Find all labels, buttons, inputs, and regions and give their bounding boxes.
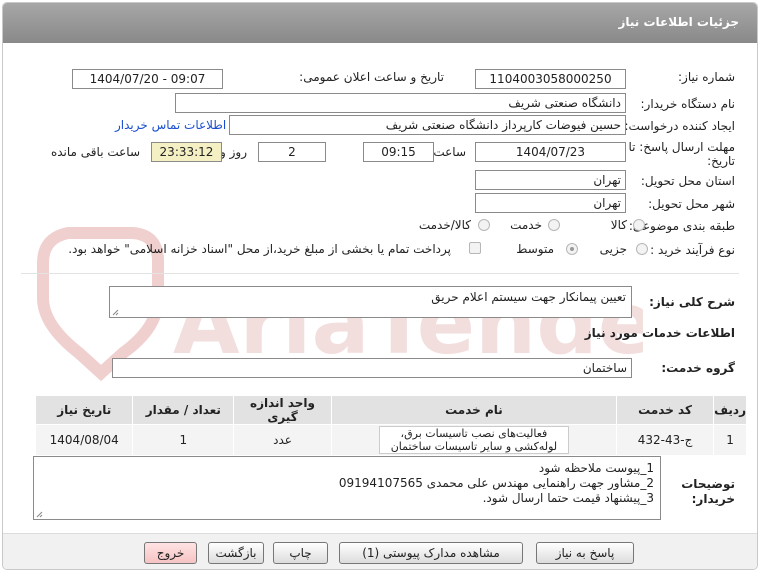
header-service-name: نام خدمت bbox=[330, 395, 617, 425]
buyer-notes-label-line1: توضیحات bbox=[681, 477, 735, 491]
process-type-label: نوع فرآیند خرید : bbox=[650, 243, 735, 257]
print-button[interactable]: چاپ bbox=[273, 542, 328, 564]
process-medium-label: متوسط bbox=[516, 242, 554, 256]
table-row[interactable]: 1 ج-43-432 فعالیت‌های نصب تاسیسات برق، ل… bbox=[34, 424, 747, 456]
days-label: روز و bbox=[220, 145, 247, 159]
process-minor-radio[interactable] bbox=[636, 243, 648, 255]
summary-label: شرح کلی نیاز: bbox=[649, 295, 735, 309]
service-name-text: فعالیت‌های نصب تاسیسات برق، لوله‌کشی و س… bbox=[378, 426, 569, 454]
service-group-field[interactable]: ساختمان bbox=[112, 358, 632, 378]
requester-field[interactable]: حسین فیوضات کارپرداز دانشگاه صنعتی شریف bbox=[229, 115, 626, 135]
table-header-row: ردیف کد خدمت نام خدمت واحد اندازه گیری ت… bbox=[34, 395, 747, 425]
deadline-time-field[interactable]: 09:15 bbox=[363, 142, 434, 162]
header-row-number: ردیف bbox=[713, 395, 747, 425]
category-goods-service-label: کالا/خدمت bbox=[418, 218, 471, 232]
buyer-org-label: نام دستگاه خریدار: bbox=[640, 97, 736, 111]
buyer-contact-link[interactable]: اطلاعات تماس خریدار bbox=[115, 118, 226, 132]
need-number-label: شماره نیاز: bbox=[678, 70, 735, 84]
note-line: 2_مشاور جهت راهنمایی مهندس علی محمدی 091… bbox=[338, 476, 654, 490]
category-service-label: خدمت bbox=[510, 218, 542, 232]
services-table: ردیف کد خدمت نام خدمت واحد اندازه گیری ت… bbox=[34, 395, 747, 456]
cell-quantity: 1 bbox=[132, 424, 235, 456]
action-bar: پاسخ به نیاز مشاهده مدارک پیوستی (1) چاپ… bbox=[3, 533, 757, 569]
buyer-notes-label-line2: خریدار: bbox=[691, 492, 735, 506]
cell-service-name: فعالیت‌های نصب تاسیسات برق، لوله‌کشی و س… bbox=[330, 424, 617, 456]
requester-label: ایجاد کننده درخواست: bbox=[624, 119, 735, 133]
cell-row-number: 1 bbox=[713, 424, 747, 456]
process-medium-radio[interactable] bbox=[566, 243, 578, 255]
treasury-payment-note: پرداخت تمام یا بخشی از مبلغ خرید،از محل … bbox=[68, 242, 451, 256]
announce-datetime-label: تاریخ و ساعت اعلان عمومی: bbox=[299, 70, 444, 84]
category-goods-radio[interactable] bbox=[633, 219, 645, 231]
summary-field[interactable]: تعیین پیمانکار جهت سیستم اعلام حریق bbox=[109, 286, 632, 318]
back-button[interactable]: بازگشت bbox=[208, 542, 264, 564]
header-service-code: کد خدمت bbox=[615, 395, 715, 425]
resize-grip-icon[interactable] bbox=[36, 511, 43, 518]
resize-grip-icon[interactable] bbox=[112, 309, 119, 316]
exit-button[interactable]: خروج bbox=[144, 542, 197, 564]
city-field[interactable]: تهران bbox=[475, 193, 626, 213]
deadline-date-field[interactable]: 1404/07/23 bbox=[475, 142, 626, 162]
cell-need-date: 1404/08/04 bbox=[34, 424, 134, 456]
category-goods-service-radio[interactable] bbox=[478, 219, 490, 231]
category-service-radio[interactable] bbox=[548, 219, 560, 231]
deadline-label-line1: مهلت ارسال پاسخ: تا bbox=[628, 140, 735, 154]
announce-datetime-field[interactable]: 1404/07/20 - 09:07 bbox=[72, 69, 223, 89]
province-field[interactable]: تهران bbox=[475, 170, 626, 190]
header-unit: واحد اندازه گیری bbox=[233, 395, 332, 425]
header-quantity: تعداد / مقدار bbox=[132, 395, 235, 425]
category-goods-label: کالا bbox=[610, 218, 627, 232]
need-number-field[interactable]: 1104003058000250 bbox=[475, 69, 626, 89]
remaining-time-field: 23:33:12 bbox=[151, 142, 222, 162]
panel-header: جزئیات اطلاعات نیاز bbox=[3, 3, 757, 43]
view-attachments-button[interactable]: مشاهده مدارک پیوستی (1) bbox=[339, 542, 523, 564]
cell-service-code: ج-43-432 bbox=[615, 424, 715, 456]
services-section-title: اطلاعات خدمات مورد نیاز bbox=[584, 326, 735, 340]
buyer-notes-field[interactable]: 1_پیوست ملاحظه شود 2_مشاور جهت راهنمایی … bbox=[33, 456, 661, 520]
remaining-days-field[interactable]: 2 bbox=[258, 142, 326, 162]
remaining-time-label: ساعت باقی مانده bbox=[50, 145, 140, 159]
note-line: 1_پیوست ملاحظه شود bbox=[538, 461, 654, 475]
need-details-panel: جزئیات اطلاعات نیاز AriaTender.net شماره… bbox=[2, 2, 758, 570]
page-title: جزئیات اطلاعات نیاز bbox=[618, 15, 739, 29]
reply-button[interactable]: پاسخ به نیاز bbox=[536, 542, 634, 564]
deadline-label-line2: تاریخ: bbox=[707, 154, 735, 168]
cell-unit: عدد bbox=[233, 424, 332, 456]
process-minor-label: جزیی bbox=[599, 242, 627, 256]
buyer-org-field[interactable]: دانشگاه صنعتی شریف bbox=[175, 93, 626, 113]
deadline-time-label: ساعت bbox=[433, 145, 466, 159]
note-line: 3_پیشنهاد قیمت حتما ارسال شود. bbox=[482, 491, 654, 505]
summary-text: تعیین پیمانکار جهت سیستم اعلام حریق bbox=[431, 290, 626, 304]
province-label: استان محل تحویل: bbox=[640, 174, 735, 188]
header-need-date: تاریخ نیاز bbox=[34, 395, 134, 425]
treasury-payment-checkbox[interactable] bbox=[469, 242, 481, 254]
section-divider bbox=[21, 273, 739, 274]
service-group-label: گروه خدمت: bbox=[661, 361, 735, 375]
city-label: شهر محل تحویل: bbox=[648, 197, 735, 211]
